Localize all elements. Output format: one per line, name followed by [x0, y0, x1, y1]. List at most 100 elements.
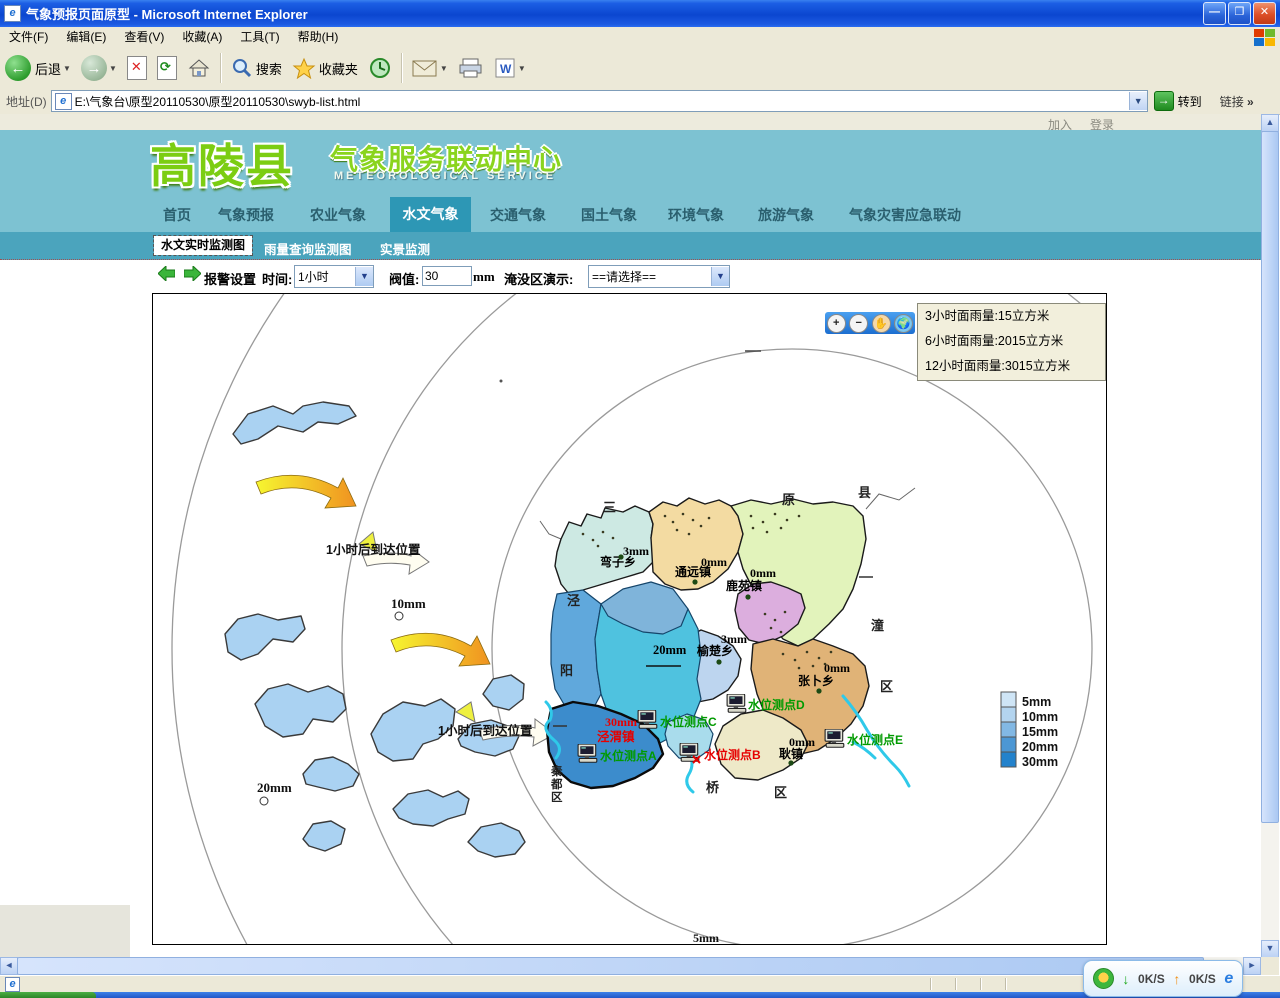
neighbor-baqiao-2: 区: [774, 785, 787, 800]
station-c-icon[interactable]: [638, 710, 657, 728]
address-dropdown-button[interactable]: ▼: [1129, 92, 1147, 110]
subnav-rain-query[interactable]: 雨量查询监测图: [264, 239, 352, 258]
town-tongyuan: 通远镇: [675, 564, 711, 579]
history-button[interactable]: [363, 51, 397, 85]
menu-view[interactable]: 查看(V): [115, 27, 173, 48]
toolbar-separator: [401, 53, 403, 83]
alert-town-label: 泾渭镇: [597, 729, 635, 744]
mail-button[interactable]: ▼: [407, 51, 453, 85]
scroll-up-icon[interactable]: ▲: [1261, 114, 1279, 132]
nav-hydrology-active[interactable]: 水文气象: [390, 197, 471, 232]
stop-button[interactable]: ✕: [122, 51, 152, 85]
map-zoom-out-icon[interactable]: −: [849, 314, 868, 333]
nav-disaster[interactable]: 气象灾害应急联动: [849, 205, 961, 225]
ring-marker-20mm: [260, 797, 268, 805]
horizontal-scroll-thumb[interactable]: [17, 957, 1204, 975]
status-separator: [980, 978, 982, 990]
town-marker: [788, 760, 793, 765]
page-corner-filler: [0, 905, 130, 957]
map-canvas[interactable]: 1小时后到达位置 1小时后到达位置: [152, 293, 1107, 945]
scrollbar-corner: [1261, 957, 1279, 975]
close-button[interactable]: ✕: [1253, 2, 1276, 25]
menu-tools[interactable]: 工具(T): [231, 27, 288, 48]
refresh-button[interactable]: ⟳: [152, 51, 182, 85]
ring-label-10mm: 10mm: [391, 596, 426, 611]
menu-favorites[interactable]: 收藏(A): [173, 27, 231, 48]
address-url: E:\气象台\原型20110530\原型20110530\swyb-list.h…: [75, 93, 1129, 110]
print-button[interactable]: [453, 51, 489, 85]
go-button[interactable]: → 转到: [1154, 91, 1202, 111]
home-icon: [187, 57, 211, 79]
menu-file[interactable]: 文件(F): [0, 27, 57, 48]
forward-button[interactable]: →▼: [76, 51, 122, 85]
vertical-scrollbar[interactable]: ▲ ▼: [1261, 114, 1279, 957]
windows-logo-icon: [1254, 29, 1276, 47]
time-label: 时间:: [262, 269, 292, 288]
nav-forecast[interactable]: 气象预报: [218, 205, 274, 225]
town-yuchu: 榆楚乡: [697, 643, 733, 658]
title-bar: e 气象预报页面原型 - Microsoft Internet Explorer…: [0, 0, 1280, 27]
time-select[interactable]: 1小时▼: [294, 265, 374, 288]
nav-agriculture[interactable]: 农业气象: [310, 205, 366, 225]
subnav-realtime-active[interactable]: 水文实时监测图: [154, 236, 252, 255]
minimize-button[interactable]: —: [1203, 2, 1226, 25]
rain-6h: 6小时面雨量:2015立方米: [925, 329, 1105, 354]
station-a-icon[interactable]: [578, 744, 597, 762]
town-wanzi: 弯子乡: [600, 554, 636, 569]
threshold-label: 阀值:: [389, 269, 419, 288]
station-a-label: 水位测点A: [600, 748, 657, 763]
address-input[interactable]: e E:\气象台\原型20110530\原型20110530\swyb-list…: [51, 90, 1148, 112]
links-label[interactable]: 链接 »: [1220, 93, 1254, 110]
map-zoom-in-icon[interactable]: +: [827, 314, 846, 333]
legend-5mm: 5mm: [1022, 695, 1051, 709]
next-arrow-button[interactable]: [184, 266, 201, 281]
stop-icon: ✕: [127, 56, 147, 80]
nav-tourism[interactable]: 旅游气象: [758, 205, 814, 225]
neighbor-lintong-1: 潼: [871, 618, 884, 633]
search-button[interactable]: 搜索: [226, 51, 287, 85]
station-d-label: 水位测点D: [748, 697, 805, 712]
station-e-icon[interactable]: [825, 729, 844, 747]
scroll-right-icon[interactable]: ►: [1243, 957, 1261, 975]
menu-edit[interactable]: 编辑(E): [57, 27, 115, 48]
start-button[interactable]: [0, 992, 96, 998]
prev-arrow-button[interactable]: [158, 266, 175, 281]
time-select-arrow-icon[interactable]: ▼: [355, 267, 373, 286]
station-e-label: 水位测点E: [847, 732, 903, 747]
station-c-label: 水位测点C: [660, 714, 717, 729]
back-button[interactable]: ← 后退▼: [0, 51, 76, 85]
map-pan-hand-icon[interactable]: ✋: [872, 314, 891, 333]
flood-select[interactable]: ==请选择==▼: [588, 265, 730, 288]
nav-environment[interactable]: 环境气象: [668, 205, 724, 225]
nav-traffic[interactable]: 交通气象: [490, 205, 546, 225]
vertical-scroll-thumb[interactable]: [1261, 131, 1279, 823]
favorites-button[interactable]: 收藏夹: [287, 51, 363, 85]
town-marker: [745, 594, 750, 599]
nav-home[interactable]: 首页: [163, 205, 191, 225]
toolbar-separator: [220, 53, 222, 83]
scroll-left-icon[interactable]: ◄: [0, 957, 18, 975]
town-marker: [816, 688, 821, 693]
window-title: 气象预报页面原型 - Microsoft Internet Explorer: [26, 4, 308, 23]
rain-luyuan: 0mm: [750, 566, 776, 580]
network-speed-widget[interactable]: ↓ 0K/S ↑ 0K/S e: [1083, 960, 1243, 997]
menu-help[interactable]: 帮助(H): [289, 27, 348, 48]
town-gengzhen: 耿镇: [779, 746, 803, 761]
print-icon: [458, 57, 484, 79]
station-d-icon[interactable]: [727, 694, 746, 712]
town-luyuan: 鹿苑镇: [726, 578, 762, 593]
scroll-down-icon[interactable]: ▼: [1261, 940, 1279, 958]
home-button[interactable]: [182, 51, 216, 85]
browser-window: e 气象预报页面原型 - Microsoft Internet Explorer…: [0, 0, 1280, 998]
station-e[interactable]: 水位测点E: [825, 729, 903, 747]
map-globe-icon[interactable]: 🌍: [894, 314, 913, 333]
nav-land[interactable]: 国土气象: [581, 205, 637, 225]
threshold-input[interactable]: [422, 266, 472, 286]
subnav-live-view[interactable]: 实景监测: [380, 239, 430, 258]
maximize-button[interactable]: ❐: [1228, 2, 1251, 25]
arrival-label-1: 1小时后到达位置: [326, 542, 421, 557]
edit-button[interactable]: W▼: [489, 51, 531, 85]
brand-subtitle: METEOROLOGICAL SERVICE: [334, 170, 556, 182]
flood-select-arrow-icon[interactable]: ▼: [711, 267, 729, 286]
horizontal-scrollbar[interactable]: ◄ ►: [0, 957, 1261, 975]
